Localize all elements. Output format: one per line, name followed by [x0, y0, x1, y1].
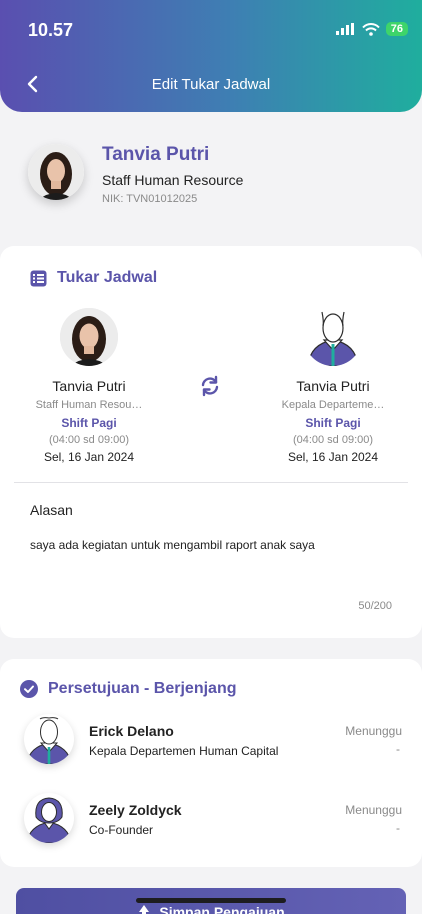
from-shift-time: (04:00 sd 09:00)	[48, 434, 130, 446]
approval-note: -	[396, 742, 400, 756]
to-avatar	[304, 308, 362, 366]
approval-status: Menunggu	[345, 803, 402, 817]
avatar	[28, 144, 84, 200]
employee-profile: Tanvia Putri Staff Human Resource NIK: T…	[28, 144, 408, 214]
list-icon	[30, 270, 47, 286]
send-icon	[139, 905, 150, 914]
approver-avatar	[24, 714, 74, 764]
status-icons: 76	[335, 22, 408, 36]
employee-role: Staff Human Resource	[102, 172, 244, 188]
status-time: 10.57	[28, 20, 74, 40]
reason-char-counter: 50/200	[358, 600, 392, 612]
to-role: Kepala Departeme…	[281, 399, 385, 411]
swap-section-title: Tukar Jadwal	[57, 269, 158, 286]
home-indicator[interactable]	[136, 898, 286, 903]
approver-avatar	[24, 793, 74, 843]
submit-label: Simpan Pengajuan	[159, 904, 285, 914]
from-name: Tanvia Putri	[52, 378, 126, 394]
approver-name: Erick Delano	[89, 723, 174, 739]
approval-section-header: Persetujuan - Berjenjang	[20, 680, 237, 698]
person-placeholder-icon	[26, 797, 72, 843]
signal-icon	[335, 23, 354, 35]
from-shift: Shift Pagi	[61, 416, 117, 430]
from-avatar	[60, 308, 118, 366]
approver-role: Kepala Departemen Human Capital	[89, 744, 279, 758]
employee-nik: NIK: TVN01012025	[102, 193, 198, 205]
approver-item: Erick Delano Kepala Departemen Human Cap…	[24, 714, 404, 772]
employee-name: Tanvia Putri	[102, 144, 210, 165]
approval-note: -	[396, 821, 400, 835]
swap-to-employee: Tanvia Putri Kepala Departeme… Shift Pag…	[258, 308, 408, 464]
divider	[14, 482, 408, 483]
person-placeholder-icon	[26, 717, 72, 764]
page-title: Edit Tukar Jadwal	[151, 76, 271, 93]
approver-item: Zeely Zoldyck Co-Founder Menunggu -	[24, 793, 404, 851]
check-circle-icon	[20, 680, 38, 698]
swap-icon	[198, 374, 222, 398]
reason-text[interactable]: saya ada kegiatan untuk mengambil raport…	[30, 538, 315, 552]
to-shift-time: (04:00 sd 09:00)	[292, 434, 374, 446]
approval-status: Menunggu	[345, 724, 402, 738]
person-placeholder-icon	[307, 311, 359, 366]
from-role: Staff Human Resou…	[35, 399, 143, 411]
reason-label: Alasan	[30, 502, 73, 518]
approval-section-title: Persetujuan - Berjenjang	[48, 680, 237, 697]
to-date: Sel, 16 Jan 2024	[287, 450, 379, 464]
from-date: Sel, 16 Jan 2024	[43, 450, 135, 464]
approver-name: Zeely Zoldyck	[89, 802, 182, 818]
approver-role: Co-Founder	[89, 823, 154, 837]
battery-indicator: 76	[385, 22, 408, 36]
swap-section-header: Tukar Jadwal	[30, 269, 157, 287]
to-name: Tanvia Putri	[296, 378, 370, 394]
swap-from-employee: Tanvia Putri Staff Human Resou… Shift Pa…	[14, 308, 164, 464]
approval-card: Persetujuan - Berjenjang Erick Delano Ke…	[0, 659, 422, 867]
swap-schedule-card: Tukar Jadwal Tanvia Putri Staff Human Re…	[0, 246, 422, 638]
to-shift: Shift Pagi	[305, 416, 361, 430]
app-header: 10.57 76 Edit Tukar Jadwal	[0, 0, 422, 112]
avatar-photo-icon	[28, 144, 84, 200]
wifi-icon	[362, 22, 380, 36]
avatar-photo-icon	[60, 308, 118, 366]
